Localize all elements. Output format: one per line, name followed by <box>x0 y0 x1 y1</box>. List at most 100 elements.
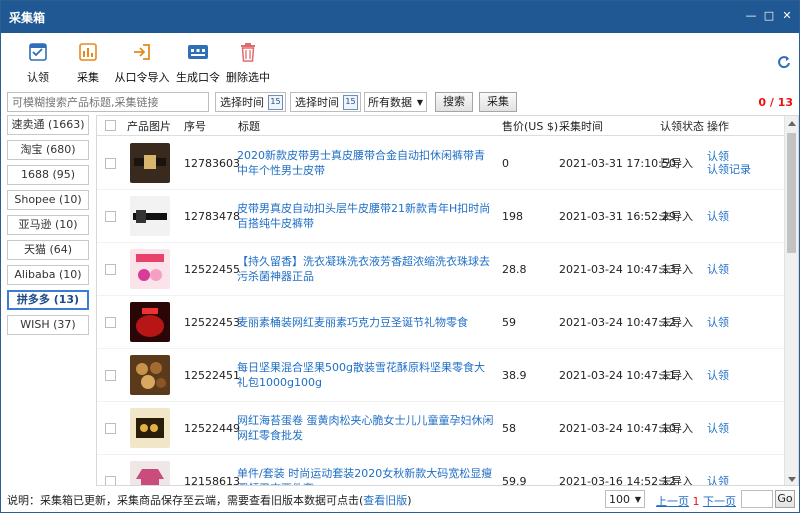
table-row: 12522455 【持久留香】洗衣凝珠洗衣液芳香超浓缩洗衣珠球去污杀菌神器正品 28… <box>97 243 785 296</box>
import-icon <box>131 41 153 63</box>
collect-url-button[interactable]: 采集 <box>479 92 517 112</box>
table-row: 12522453 麦丽素桶装网红麦丽素巧克力豆圣诞节礼物零食 59 2021-03-2… <box>97 296 785 349</box>
scroll-down-icon[interactable] <box>788 477 796 482</box>
maximize-icon[interactable]: □ <box>763 10 775 22</box>
generate-command-button[interactable]: 生成口令 <box>175 41 221 87</box>
claim-link[interactable]: 认领 <box>707 422 729 435</box>
view-old-version-link[interactable]: 查看旧版 <box>363 492 407 508</box>
collect-icon <box>77 41 99 63</box>
next-page-link[interactable]: 下一页 <box>703 495 736 508</box>
delete-selected-button[interactable]: 删除选中 <box>225 41 271 87</box>
scroll-thumb[interactable] <box>787 133 796 253</box>
row-checkbox[interactable] <box>105 157 116 169</box>
product-title-link[interactable]: 皮带男真皮自动扣头层牛皮腰带21新款青年H扣时尚百搭纯牛皮裤带 <box>237 201 495 231</box>
claim-button[interactable]: 认领 <box>15 41 61 87</box>
claim-record-link[interactable]: 认领记录 <box>707 163 751 176</box>
selection-counter: 0 / 13 <box>758 96 793 109</box>
counter-separator: / <box>766 96 778 109</box>
row-status: 未导入 <box>660 263 693 276</box>
row-time: 2021-03-24 10:47:10 <box>559 421 676 435</box>
sidebar-item[interactable]: 亚马逊 (10) <box>7 215 89 235</box>
search-button[interactable]: 搜索 <box>435 92 473 112</box>
claim-link[interactable]: 认领 <box>707 369 729 382</box>
header-image: 产品图片 <box>127 119 171 133</box>
row-id: 12522453 <box>184 315 240 329</box>
end-date-picker[interactable]: 选择时间 15 <box>290 92 361 112</box>
table-row: 12522451 每日坚果混合坚果500g散装雪花酥原料坚果零食大礼包1000g1… <box>97 349 785 402</box>
claim-link[interactable]: 认领 <box>707 263 729 276</box>
claim-link[interactable]: 认领 <box>707 150 729 163</box>
sidebar-item[interactable]: 拼多多 (13) <box>7 290 89 310</box>
search-row: 选择时间 15 选择时间 15 所有数据 ▼ 搜索 采集 <box>7 92 797 112</box>
product-title-link[interactable]: 2020新款皮带男士真皮腰带合金自动扣休闲裤带青中年个性男士皮带 <box>237 148 495 178</box>
claim-icon <box>27 41 49 63</box>
row-id: 12158613 <box>184 474 240 486</box>
row-price: 59.9 <box>502 474 527 486</box>
product-title-link[interactable]: 【持久留香】洗衣凝珠洗衣液芳香超浓缩洗衣珠球去污杀菌神器正品 <box>237 254 495 284</box>
row-time: 2021-03-24 10:47:13 <box>559 262 676 276</box>
product-title-link[interactable]: 网红海苔蛋卷 蛋黄肉松夹心脆女士儿儿童童孕妇休闲网红零食批发 <box>237 413 495 443</box>
row-id: 12522449 <box>184 421 240 435</box>
row-status: 未导入 <box>660 210 693 223</box>
row-checkbox[interactable] <box>105 475 116 485</box>
row-checkbox[interactable] <box>105 369 116 381</box>
row-time: 2021-03-31 17:10:50 <box>559 156 676 170</box>
page-size-value: 100 <box>609 492 630 506</box>
row-price: 59 <box>502 315 516 329</box>
claim-link[interactable]: 认领 <box>707 316 729 329</box>
start-date-picker[interactable]: 选择时间 15 <box>215 92 286 112</box>
calendar-icon[interactable]: 15 <box>343 94 358 110</box>
data-filter-select[interactable]: 所有数据 ▼ <box>364 92 427 112</box>
claim-link[interactable]: 认领 <box>707 475 729 486</box>
sidebar-item[interactable]: Alibaba (10) <box>7 265 89 285</box>
calendar-icon[interactable]: 15 <box>268 94 283 110</box>
product-thumbnail <box>130 243 170 295</box>
vertical-scrollbar[interactable] <box>784 116 798 485</box>
sidebar-item[interactable]: Shopee (10) <box>7 190 89 210</box>
row-checkbox[interactable] <box>105 263 116 275</box>
row-id: 12522451 <box>184 368 240 382</box>
sidebar-item[interactable]: 天猫 (64) <box>7 240 89 260</box>
sidebar-item[interactable]: 速卖通 (1663) <box>7 115 89 135</box>
claim-link[interactable]: 认领 <box>707 210 729 223</box>
prev-page-link[interactable]: 上一页 <box>656 495 689 508</box>
product-thumbnail <box>130 296 170 348</box>
generate-label: 生成口令 <box>176 71 220 84</box>
close-icon[interactable]: ✕ <box>781 10 793 22</box>
table-row: 12783478 皮带男真皮自动扣头层牛皮腰带21新款青年H扣时尚百搭纯牛皮裤带 1… <box>97 190 785 243</box>
collect-label: 采集 <box>77 71 99 84</box>
claim-label: 认领 <box>27 71 49 84</box>
product-title-link[interactable]: 麦丽素桶装网红麦丽素巧克力豆圣诞节礼物零食 <box>237 315 495 330</box>
product-title-link[interactable]: 单件/套装 时尚运动套装2020女秋新款大码宽松显瘦圆领卫衣两件套 <box>237 466 495 485</box>
row-checkbox[interactable] <box>105 422 116 434</box>
generate-icon <box>187 41 209 63</box>
refresh-icon[interactable] <box>777 55 791 69</box>
sidebar-item[interactable]: WISH (37) <box>7 315 89 335</box>
dropdown-arrow-icon: ▼ <box>634 494 641 504</box>
sidebar-item[interactable]: 淘宝 (680) <box>7 140 89 160</box>
delete-label: 删除选中 <box>226 71 270 84</box>
product-title-link[interactable]: 每日坚果混合坚果500g散装雪花酥原料坚果零食大礼包1000g100g <box>237 360 495 390</box>
dropdown-arrow-icon: ▼ <box>416 97 423 107</box>
row-price: 28.8 <box>502 262 527 276</box>
scroll-up-icon[interactable] <box>788 121 796 126</box>
collect-button[interactable]: 采集 <box>65 41 111 87</box>
row-checkbox[interactable] <box>105 210 116 222</box>
header-ops: 操作 <box>707 119 729 133</box>
row-time: 2021-03-31 16:52:29 <box>559 209 676 223</box>
product-thumbnail <box>130 402 170 454</box>
goto-page-input[interactable] <box>741 490 773 508</box>
product-thumbnail <box>130 137 170 189</box>
table-row: 12783603 2020新款皮带男士真皮腰带合金自动扣休闲裤带青中年个性男士皮带… <box>97 137 785 190</box>
search-input[interactable] <box>7 92 209 112</box>
minimize-icon[interactable]: — <box>745 10 757 22</box>
row-price: 0 <box>502 156 509 170</box>
page-size-select[interactable]: 100 ▼ <box>605 490 645 508</box>
row-checkbox[interactable] <box>105 316 116 328</box>
go-button[interactable]: Go <box>775 490 795 508</box>
trash-icon <box>237 41 259 63</box>
import-from-command-button[interactable]: 从口令导入 <box>113 41 171 87</box>
select-all-checkbox[interactable] <box>105 120 116 131</box>
sidebar-item[interactable]: 1688 (95) <box>7 165 89 185</box>
row-time: 2021-03-16 14:52:12 <box>559 474 676 486</box>
